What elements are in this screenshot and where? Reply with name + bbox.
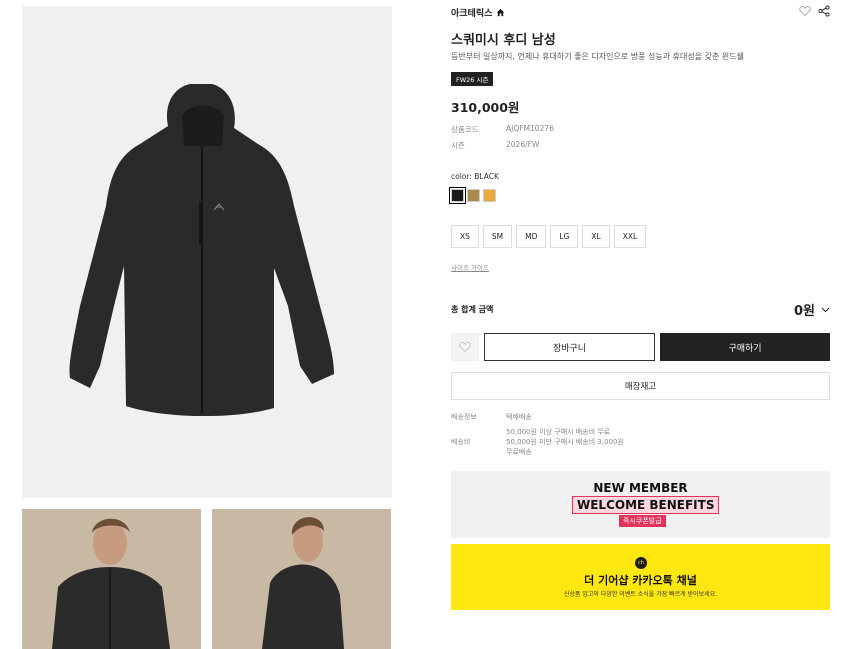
size-xs[interactable]: XS — [451, 225, 479, 248]
home-icon — [497, 8, 505, 17]
product-gallery — [22, 6, 392, 498]
shipping-fee-row: 배송비 50,000원 이상 구매시 배송비 무료 50,000원 미만 구매시… — [451, 427, 624, 457]
heart-icon[interactable] — [799, 5, 811, 17]
meta-key: 시즌 — [451, 141, 465, 150]
purchase-actions: 장바구니 구매하기 — [451, 333, 830, 361]
heart-icon — [459, 342, 471, 353]
shipping-fee-key: 배송비 — [451, 438, 471, 446]
banner-line2: WELCOME BENEFITS — [572, 496, 720, 514]
shipping-info-key: 배송정보 — [451, 413, 477, 421]
meta-value: AJQFM10276 — [506, 124, 554, 133]
meta-season: 시즌 2026/FW — [451, 140, 539, 151]
total-row: 총 합계 금액 0원 — [451, 300, 830, 319]
shipping-fee-lines: 50,000원 이상 구매시 배송비 무료 50,000원 미만 구매시 배송비… — [506, 427, 624, 457]
banner-coupon-badge: 즉시쿠폰발급 — [619, 515, 666, 527]
banner-line1: NEW MEMBER — [593, 481, 688, 495]
product-main-image[interactable] — [22, 6, 392, 498]
chevron-down-icon — [821, 307, 830, 312]
product-thumb-front[interactable] — [22, 509, 201, 649]
kakao-banner-title: 더 기어샵 카카오톡 채널 — [584, 574, 697, 587]
shipping-info-row: 배송정보 택배배송 — [451, 412, 532, 422]
kakao-banner-subtitle: 신상품 입고와 다양한 이벤트 소식을 가장 빠르게 받아보세요. — [563, 591, 718, 598]
store-stock-button[interactable]: 매장재고 — [451, 372, 830, 400]
fee-line: 50,000원 미만 구매시 배송비 3,000원 — [506, 438, 624, 446]
meta-key: 상품코드 — [451, 125, 479, 134]
product-price: 310,000원 — [451, 100, 520, 115]
total-toggle[interactable]: 0원 — [794, 300, 830, 319]
meta-product-code: 상품코드 AJQFM10276 — [451, 124, 554, 135]
color-label: color: BLACK — [451, 172, 499, 181]
add-to-cart-button[interactable]: 장바구니 — [484, 333, 655, 361]
shipping-info-value: 택배배송 — [506, 413, 532, 421]
hood-opening — [182, 105, 224, 146]
color-swatches — [449, 187, 496, 204]
kakao-channel-banner[interactable]: ch 더 기어샵 카카오톡 채널 신상품 입고와 다양한 이벤트 소식을 가장 … — [451, 544, 830, 610]
swatch-tan[interactable] — [467, 189, 480, 202]
meta-value: 2026/FW — [506, 140, 540, 149]
size-sm[interactable]: SM — [482, 225, 513, 248]
season-badge: FW26 시즌 — [451, 72, 494, 86]
top-actions — [799, 5, 830, 17]
brand-name: 아크테릭스 — [451, 9, 493, 19]
size-options: XS SM MD LG XL XXL — [451, 225, 647, 248]
fee-line: 50,000원 이상 구매시 배송비 무료 — [506, 428, 611, 436]
swatch-amber[interactable] — [483, 189, 496, 202]
size-guide-link[interactable]: 사이즈 가이드 — [451, 262, 489, 272]
product-description: 등반부터 일상까지, 언제나 휴대하기 좋은 디자인으로 방풍 성능과 휴대성을… — [451, 52, 744, 61]
size-xxl[interactable]: XXL — [613, 225, 647, 248]
total-value: 0원 — [793, 304, 815, 319]
size-md[interactable]: MD — [516, 225, 547, 248]
buy-now-button[interactable]: 구매하기 — [660, 333, 830, 361]
fee-line: 무료배송 — [506, 448, 532, 456]
product-title: 스쿼미시 후디 남성 — [451, 33, 556, 48]
product-thumb-side[interactable] — [212, 509, 391, 649]
wishlist-button[interactable] — [451, 333, 479, 361]
swatch-black[interactable] — [449, 187, 466, 204]
kakao-channel-icon: ch — [635, 557, 647, 569]
share-icon[interactable] — [818, 5, 830, 17]
model-jacket — [52, 567, 170, 649]
size-xl[interactable]: XL — [582, 225, 610, 248]
brand-link[interactable]: 아크테릭스 — [451, 6, 505, 19]
new-member-banner[interactable]: NEW MEMBER WELCOME BENEFITS 즉시쿠폰발급 — [451, 471, 830, 538]
size-lg[interactable]: LG — [550, 225, 579, 248]
total-label: 총 합계 금액 — [451, 305, 494, 314]
